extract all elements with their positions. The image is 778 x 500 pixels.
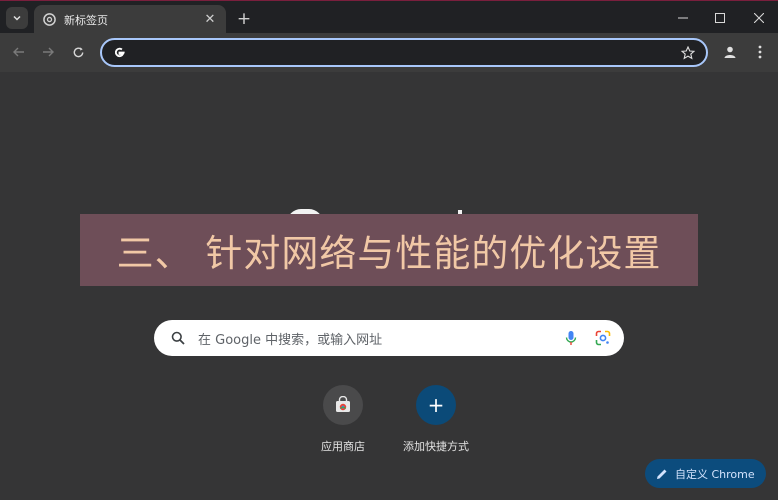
reload-button[interactable]: [68, 42, 88, 62]
tab-search-button[interactable]: [6, 7, 28, 29]
overlay-banner: 三、 针对网络与性能的优化设置: [80, 214, 698, 286]
back-button[interactable]: [9, 42, 29, 62]
new-tab-button[interactable]: +: [234, 9, 254, 29]
tab-title: 新标签页: [64, 13, 108, 27]
arrow-right-icon: [43, 47, 54, 57]
forward-button[interactable]: [38, 42, 58, 62]
shortcut-add[interactable]: + 添加快捷方式: [391, 385, 481, 454]
search-icon: [170, 330, 186, 346]
customize-label: 自定义 Chrome: [675, 467, 755, 481]
customize-chrome-button[interactable]: 自定义 Chrome: [645, 459, 766, 488]
google-lens-icon[interactable]: [594, 329, 612, 347]
tab-strip: 新标签页 ✕ +: [0, 0, 778, 34]
chrome-icon: [42, 13, 56, 27]
close-icon[interactable]: ✕: [202, 12, 218, 28]
microphone-icon[interactable]: [562, 329, 580, 347]
address-bar[interactable]: [100, 38, 708, 67]
star-icon[interactable]: [680, 45, 696, 61]
shortcut-label: 添加快捷方式: [403, 440, 469, 453]
chrome-web-store-icon: [323, 385, 363, 425]
reload-icon: [73, 46, 83, 57]
pencil-icon: [655, 467, 669, 481]
shortcut-web-store[interactable]: 应用商店: [298, 385, 388, 454]
arrow-left-icon: [13, 47, 24, 57]
plus-icon: +: [416, 385, 456, 425]
minimize-icon: [678, 17, 688, 18]
maximize-button[interactable]: [701, 1, 739, 34]
person-icon: [724, 46, 736, 58]
plus-icon: +: [236, 9, 252, 29]
banner-text: 三、 针对网络与性能的优化设置: [116, 232, 662, 275]
close-icon: [754, 12, 764, 23]
shortcut-label: 应用商店: [321, 440, 365, 453]
kebab-menu-icon: [758, 45, 762, 59]
menu-button[interactable]: [750, 42, 770, 62]
profile-button[interactable]: [720, 42, 740, 62]
maximize-icon: [715, 12, 725, 23]
google-g-icon: [112, 46, 126, 60]
chevron-down-icon: [13, 15, 21, 21]
ntp-search-box[interactable]: 在 Google 中搜索，或输入网址: [154, 320, 624, 356]
tab-new-tab[interactable]: 新标签页 ✕: [34, 5, 226, 34]
address-input[interactable]: [134, 45, 680, 60]
search-placeholder[interactable]: 在 Google 中搜索，或输入网址: [198, 329, 548, 348]
minimize-button[interactable]: [664, 1, 702, 34]
close-window-button[interactable]: [740, 1, 778, 34]
toolbar: [0, 33, 778, 72]
